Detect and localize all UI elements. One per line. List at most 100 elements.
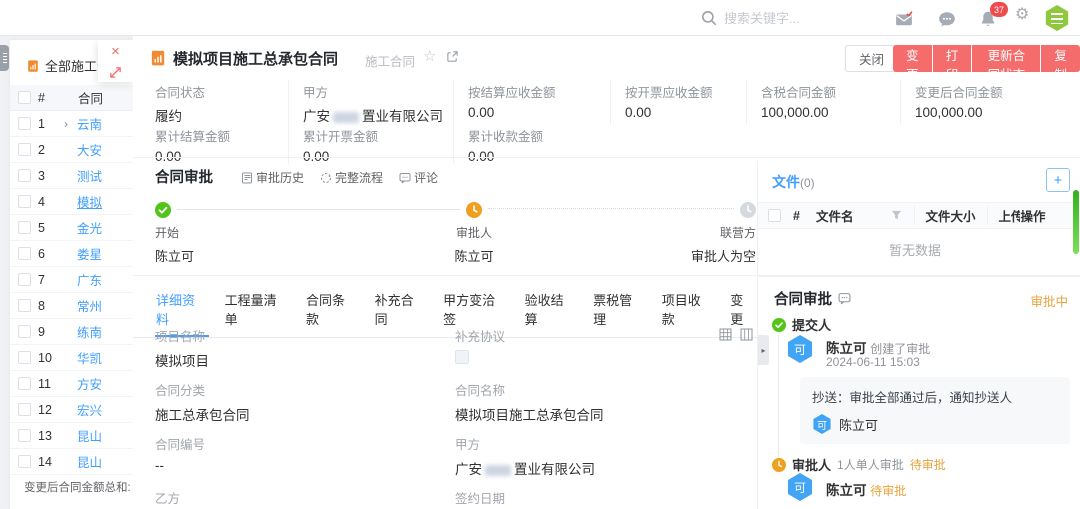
approver-section: 审批人 1人单人审批 待审批 [772,455,946,474]
contract-link[interactable]: 大安 [77,140,102,159]
field-label: 补充协议 [455,326,743,345]
field-label: 含税合同金额 [761,82,900,101]
table-row[interactable]: 1›云南 [10,111,133,137]
row-checkbox[interactable] [18,221,31,234]
row-checkbox[interactable] [18,403,31,416]
row-checkbox[interactable] [18,429,31,442]
contract-link[interactable]: 金光 [77,218,102,237]
table-row[interactable]: 6娄星 [10,241,133,267]
update-status-button[interactable]: 更新合同状态 [972,45,1040,72]
table-row[interactable]: 3测试 [10,163,133,189]
favorite-star-icon[interactable]: ☆ [423,47,436,65]
row-checkbox[interactable] [18,377,31,390]
copy-button[interactable]: 复制 [1041,45,1080,72]
close-button[interactable]: 关闭 [845,45,898,72]
step-approver: 审批人陈立可 [424,224,524,265]
field-label: 合同状态 [155,82,288,101]
open-external-icon[interactable] [446,50,459,63]
column-view-icon[interactable] [740,328,753,341]
index-column-header: # [38,91,64,105]
table-row[interactable]: 9 练南 [10,319,133,345]
sidebar-collapse-handle[interactable] [0,45,9,71]
row-index: 13 [38,429,64,443]
step-start: 开始陈立可 [155,224,194,265]
table-row[interactable]: 13 昆山 [10,423,133,449]
print-button[interactable]: 打印 [933,45,972,72]
expand-row-icon[interactable]: › [64,117,77,131]
grid-view-icon[interactable] [719,328,732,341]
row-checkbox[interactable] [18,143,31,156]
table-row[interactable]: 8 常州 [10,293,133,319]
select-all-checkbox[interactable] [768,209,781,222]
add-file-button[interactable]: + [1046,168,1070,192]
search-icon[interactable] [700,9,718,27]
filter-icon[interactable] [891,210,902,221]
row-checkbox[interactable] [18,351,31,364]
contract-summary: 合同状态履约 甲方广安置业有限公司 按结算应收金额0.00 按开票应收金额0.0… [155,80,1080,125]
contract-link[interactable]: 云南 [77,114,102,133]
contract-link[interactable]: 昆山 [77,426,102,445]
comment-button[interactable]: 评论 [399,169,438,186]
approver-name: 陈立可 待审批 [826,479,906,499]
row-checkbox[interactable] [18,273,31,286]
contract-type-tag: 施工合同 [365,51,415,70]
contract-link[interactable]: 常州 [77,296,102,315]
table-row[interactable]: 5金光 [10,215,133,241]
comment-icon [399,172,411,184]
row-checkbox[interactable] [18,455,31,468]
contract-link[interactable]: 广东 [77,270,102,289]
row-checkbox[interactable] [18,299,31,312]
row-checkbox[interactable] [18,247,31,260]
table-row[interactable]: 14昆山 [10,449,133,475]
row-checkbox[interactable] [18,169,31,182]
gear-icon[interactable]: ⚙ [1015,7,1029,23]
expand-icon[interactable] [109,66,122,79]
search-input[interactable] [724,5,894,31]
row-index: 9 [38,325,64,339]
row-checkbox[interactable] [18,195,31,208]
approver-mode: 1人单人审批 [837,456,904,473]
table-row[interactable]: 2 大安 [10,137,133,163]
contract-link[interactable]: 方安 [77,374,102,393]
document-icon [26,59,40,73]
approver-name-status: 待审批 [870,484,906,498]
close-icon[interactable]: × [111,44,120,59]
contract-link[interactable]: 测试 [77,166,102,185]
submitter-section: 提交人 [772,315,831,334]
row-checkbox[interactable] [18,117,31,130]
step-connector-dotted [488,208,734,209]
scrollbar-thumb[interactable] [1073,190,1079,254]
row-index: 2 [38,143,64,157]
row-checkbox[interactable] [18,325,31,338]
table-row[interactable]: 10华凯 [10,345,133,371]
table-row[interactable]: 12宏兴 [10,397,133,423]
full-flow-button[interactable]: 完整流程 [320,169,383,186]
approval-history-button[interactable]: 审批历史 [241,169,304,186]
chat-icon[interactable] [938,10,956,28]
user-avatar: 可 [812,414,832,434]
supplement-checkbox[interactable] [455,350,469,364]
contract-link[interactable]: 昆山 [77,452,102,471]
field-label: 累计收款金额 [468,126,610,145]
table-row-active[interactable]: 4模拟 [10,189,133,215]
avatar[interactable] [1044,5,1070,31]
project-link[interactable]: 模拟项目 [155,350,455,370]
contract-link[interactable]: 宏兴 [77,400,102,419]
party-a-link[interactable]: 广安置业有限公司 [455,458,743,478]
change-button[interactable]: 变更 [893,45,932,72]
contract-link[interactable]: 练南 [77,322,102,341]
contract-link[interactable]: 华凯 [77,348,102,367]
select-all-checkbox[interactable] [18,91,31,104]
col-actions: 操作 [1020,206,1045,225]
party-a-link[interactable]: 广安置业有限公司 [303,105,453,125]
contract-link[interactable]: 娄星 [77,244,102,263]
table-row[interactable]: 7广东 [10,267,133,293]
files-count: (0) [800,176,815,190]
contract-link[interactable]: 模拟 [77,192,102,211]
flow-refresh-icon [320,172,332,184]
comment-icon[interactable] [838,292,851,305]
table-row[interactable]: 11方安 [10,371,133,397]
row-index: 8 [38,299,64,313]
panel-collapse-handle[interactable]: ▸ [758,335,769,365]
mail-icon[interactable] [895,10,913,28]
